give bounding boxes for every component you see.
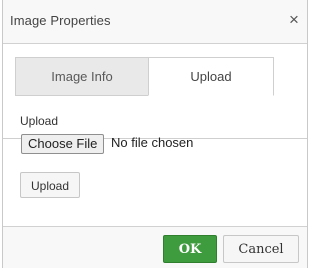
- tab-image-info[interactable]: Image Info: [15, 57, 149, 96]
- dialog-footer: OK Cancel: [3, 226, 307, 268]
- close-icon[interactable]: ×: [285, 9, 303, 31]
- tab-upload[interactable]: Upload: [148, 57, 274, 96]
- upload-button[interactable]: Upload: [20, 172, 80, 198]
- file-status-text: No file chosen: [111, 135, 194, 150]
- choose-file-button[interactable]: Choose File: [21, 134, 105, 154]
- upload-field-label: Upload: [20, 114, 59, 128]
- tab-bar: Image Info Upload: [3, 43, 307, 139]
- upload-panel: Upload Choose File No file chosen Upload: [3, 96, 307, 226]
- ok-button[interactable]: OK: [163, 235, 217, 263]
- cancel-button[interactable]: Cancel: [223, 235, 299, 263]
- dialog-titlebar[interactable]: Image Properties ×: [3, 0, 307, 44]
- image-properties-dialog: Image Properties × Image Info Upload Upl…: [2, 0, 308, 268]
- dialog-title: Image Properties: [10, 13, 111, 28]
